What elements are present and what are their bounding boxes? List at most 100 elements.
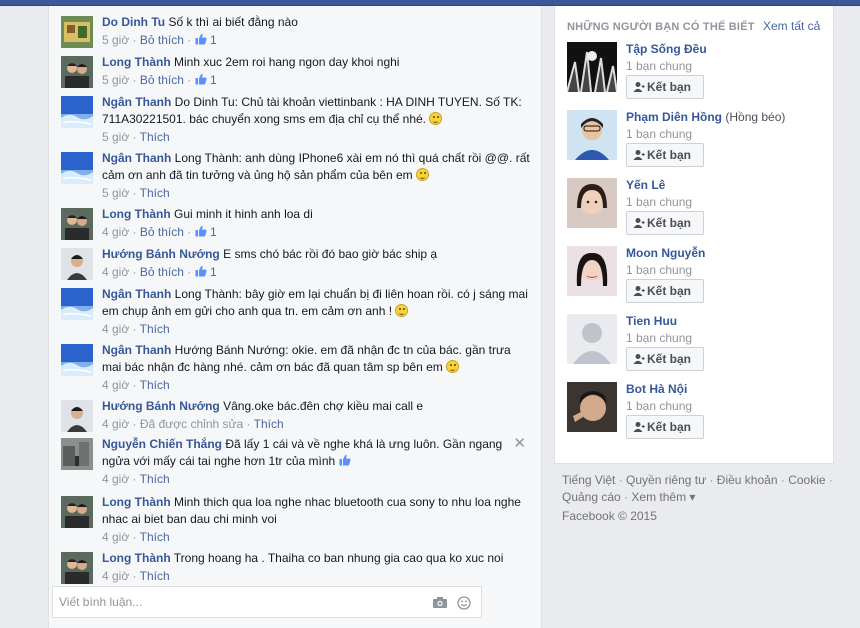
mutual-friends[interactable]: 1 bạn chung [626, 263, 692, 277]
comment-author[interactable]: Long Thành [102, 55, 171, 69]
suggestion-name[interactable]: Phạm Diên Hồng [626, 110, 722, 124]
avatar[interactable] [61, 56, 93, 88]
see-all-link[interactable]: Xem tất cả [763, 19, 820, 33]
footer-link[interactable]: Quảng cáo [562, 490, 621, 504]
add-friend-icon [633, 150, 645, 160]
comment-author[interactable]: Ngân Thanh [102, 151, 171, 165]
comment-author[interactable]: Ngân Thanh [102, 95, 171, 109]
like-count[interactable]: 1 [195, 265, 217, 279]
suggestion-name[interactable]: Moon Nguyễn [626, 246, 705, 260]
comment-author[interactable]: Ngân Thanh [102, 287, 171, 301]
footer-link[interactable]: Tiếng Việt [562, 473, 615, 487]
comment-time[interactable]: 4 giờ [102, 530, 129, 544]
mutual-friends[interactable]: 1 bạn chung [626, 127, 692, 141]
profile-photo[interactable] [567, 42, 617, 92]
comment-time[interactable]: 5 giờ [102, 33, 129, 47]
like-count[interactable]: 1 [195, 33, 217, 47]
comment-author[interactable]: Hướng Bánh Nướng [102, 399, 220, 413]
add-friend-button[interactable]: Kết bạn [626, 415, 704, 439]
suggestion-name[interactable]: Yến Lê [626, 178, 665, 192]
mutual-friends[interactable]: 1 bạn chung [626, 399, 692, 413]
add-friend-button[interactable]: Kết bạn [626, 75, 704, 99]
comment-author[interactable]: Nguyễn Chiến Thắng [102, 437, 222, 451]
add-friend-button[interactable]: Kết bạn [626, 143, 704, 167]
comment-text: Minh xuc 2em roi hang ngon day khoi nghi [174, 55, 400, 69]
comment-author[interactable]: Hướng Bánh Nướng [102, 247, 220, 261]
comment-body: Long Thành Gui minh it hinh anh loa di 4 … [102, 206, 532, 240]
footer-link[interactable]: Quyền riêng tư [626, 473, 706, 487]
mutual-friends[interactable]: 1 bạn chung [626, 331, 692, 345]
comment-author[interactable]: Ngân Thanh [102, 343, 171, 357]
footer-link[interactable]: Cookie [788, 473, 825, 487]
profile-photo[interactable] [567, 314, 617, 364]
avatar[interactable] [61, 16, 93, 48]
profile-photo[interactable] [567, 382, 617, 432]
suggestion-name[interactable]: Bot Hà Nội [626, 382, 687, 396]
avatar[interactable] [61, 438, 93, 470]
comment-time[interactable]: 4 giờ [102, 225, 129, 239]
comment-author[interactable]: Long Thành [102, 551, 171, 565]
panel-title: NHỮNG NGƯỜI BẠN CÓ THỂ BIẾT [567, 21, 755, 33]
comment-time[interactable]: 5 giờ [102, 130, 129, 144]
comment-time[interactable]: 4 giờ [102, 322, 129, 336]
comment-composer[interactable] [52, 586, 482, 618]
like-action-link[interactable]: Thích [140, 186, 170, 200]
comment-author[interactable]: Long Thành [102, 495, 171, 509]
like-action-link[interactable]: Bỏ thích [140, 33, 184, 47]
comment-meta: 5 giờ · Thích [102, 186, 170, 200]
avatar[interactable] [61, 344, 93, 376]
camera-icon[interactable] [433, 597, 447, 608]
like-action-link[interactable]: Thích [140, 130, 170, 144]
comment-time[interactable]: 4 giờ [102, 569, 129, 583]
comment-time[interactable]: 4 giờ [102, 378, 129, 392]
footer-link[interactable]: Điều khoản [717, 473, 778, 487]
comment-time[interactable]: 4 giờ [102, 265, 129, 279]
add-friend-button[interactable]: Kết bạn [626, 211, 704, 235]
avatar[interactable] [61, 552, 93, 584]
like-count[interactable]: 1 [195, 225, 217, 239]
avatar[interactable] [61, 288, 93, 320]
like-action-link[interactable]: Thích [140, 530, 170, 544]
like-count[interactable]: 1 [195, 73, 217, 87]
profile-photo[interactable] [567, 178, 617, 228]
mutual-friends[interactable]: 1 bạn chung [626, 59, 692, 73]
add-friend-button[interactable]: Kết bạn [626, 279, 704, 303]
like-action-link[interactable]: Thích [140, 569, 170, 583]
like-action-link[interactable]: Bỏ thích [140, 265, 184, 279]
edited-label[interactable]: Đã được chỉnh sửa [140, 417, 243, 431]
suggestion-item: Bot Hà Nội 1 bạn chung Kết bạn [567, 382, 827, 439]
profile-photo[interactable] [567, 110, 617, 160]
avatar[interactable] [61, 400, 93, 432]
like-action-link[interactable]: Thích [254, 417, 284, 431]
mutual-friends[interactable]: 1 bạn chung [626, 195, 692, 209]
avatar[interactable] [61, 152, 93, 184]
comment-body: Nguyễn Chiến Thắng Đã lấy 1 cái và về ng… [102, 436, 532, 487]
like-action-link[interactable]: Thích [140, 322, 170, 336]
suggestion-name[interactable]: Tien Huu [626, 314, 677, 328]
profile-photo[interactable] [567, 246, 617, 296]
avatar[interactable] [61, 248, 93, 280]
avatar[interactable] [61, 208, 93, 240]
add-friend-label: Kết bạn [647, 216, 692, 230]
add-friend-button[interactable]: Kết bạn [626, 347, 704, 371]
comment-time[interactable]: 4 giờ [102, 472, 129, 486]
comment-author[interactable]: Do Dinh Tu [102, 15, 165, 29]
like-action-link[interactable]: Bỏ thích [140, 73, 184, 87]
add-friend-label: Kết bạn [647, 284, 692, 298]
emoji-icon[interactable] [457, 596, 471, 610]
comment-time[interactable]: 5 giờ [102, 186, 129, 200]
comment-time[interactable]: 5 giờ [102, 73, 129, 87]
like-action-link[interactable]: Thích [140, 472, 170, 486]
comment-author[interactable]: Long Thành [102, 207, 171, 221]
hide-comment-close-icon[interactable]: ✕ [513, 434, 526, 452]
avatar[interactable] [61, 96, 93, 128]
comments-feed: Do Dinh Tu Số k thì ai biết đằng nào 5 gi… [48, 6, 542, 628]
like-action-link[interactable]: Thích [140, 378, 170, 392]
footer-link[interactable]: Xem thêm ▾ [631, 490, 695, 504]
comment-time[interactable]: 4 giờ [102, 417, 129, 431]
profile-photo-image [567, 314, 617, 364]
comment-input[interactable] [59, 595, 419, 609]
suggestion-name[interactable]: Tập Sống Đều [626, 42, 707, 56]
like-action-link[interactable]: Bỏ thích [140, 225, 184, 239]
avatar[interactable] [61, 496, 93, 528]
